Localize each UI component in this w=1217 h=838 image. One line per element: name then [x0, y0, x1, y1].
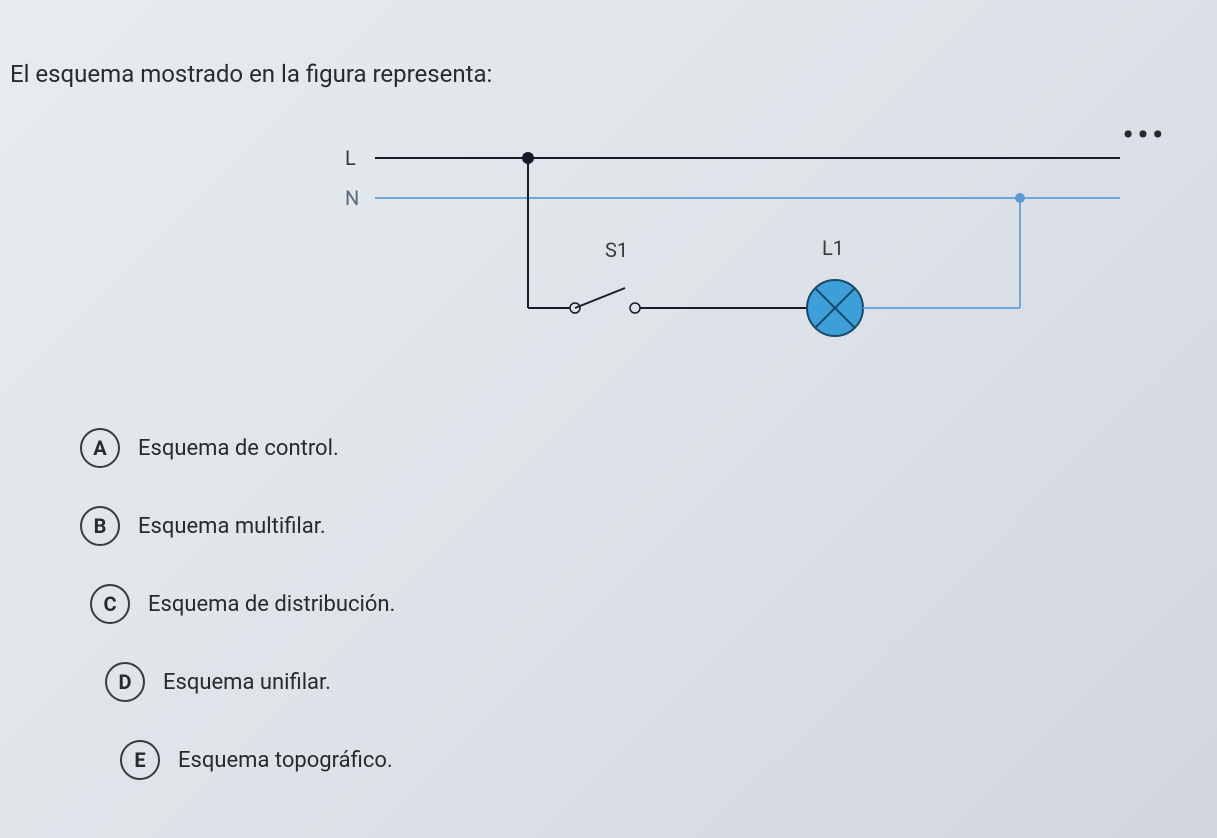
option-letter: B — [80, 506, 120, 546]
question-text: El esquema mostrado en la figura represe… — [10, 60, 1217, 88]
option-d[interactable]: D Esquema unifilar. — [80, 662, 1217, 702]
circuit-diagram: ••• L N S1 L1 — [0, 128, 1217, 388]
label-neutral-N: N — [345, 186, 359, 210]
option-text: Esquema unifilar. — [163, 670, 331, 695]
label-lamp-L1: L1 — [822, 236, 844, 260]
option-text: Esquema de distribución. — [148, 592, 395, 617]
option-letter: C — [90, 584, 130, 624]
option-a[interactable]: A Esquema de control. — [80, 428, 1217, 468]
option-text: Esquema multifilar. — [138, 514, 326, 539]
option-letter: E — [120, 740, 160, 780]
option-e[interactable]: E Esquema topográfico. — [80, 740, 1217, 780]
option-text: Esquema de control. — [138, 436, 339, 461]
option-letter: D — [105, 662, 145, 702]
option-text: Esquema topográfico. — [178, 748, 393, 773]
option-b[interactable]: B Esquema multifilar. — [80, 506, 1217, 546]
option-letter: A — [80, 428, 120, 468]
label-switch-S1: S1 — [605, 238, 628, 262]
options-list: A Esquema de control. B Esquema multifil… — [0, 428, 1217, 780]
label-line-L: L — [345, 146, 356, 170]
option-c[interactable]: C Esquema de distribución. — [80, 584, 1217, 624]
